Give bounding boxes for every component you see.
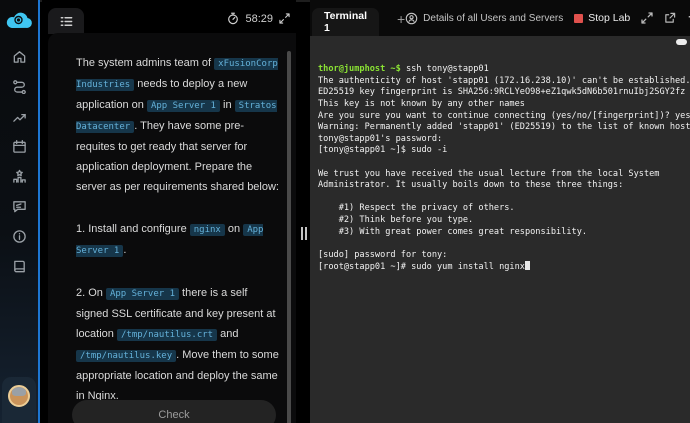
code-chip: /tmp/nautilus.key <box>76 350 176 362</box>
terminal-line: #1) Respect the privacy of others. <box>318 203 690 215</box>
terminal-line <box>318 238 690 250</box>
check-button[interactable]: Check <box>72 400 276 423</box>
terminal-line: Are you sure you want to continue connec… <box>318 111 690 123</box>
sidebar-nav <box>0 48 38 275</box>
terminal-cursor <box>525 261 530 270</box>
user-avatar <box>8 385 30 407</box>
terminal-panel: Terminal 1 + Details of all Users and Se… <box>310 0 690 423</box>
task-paragraph: 2. On App Server 1 there is a self signe… <box>76 283 282 406</box>
fullscreen-terminal-button[interactable] <box>641 12 653 24</box>
book-icon <box>12 259 27 274</box>
terminal-line: This key is not known by any other names <box>318 99 690 111</box>
code-chip: App Server 1 <box>147 100 220 112</box>
sidebar-item-info[interactable] <box>8 228 30 245</box>
terminal-actions: Details of all Users and Servers Stop La… <box>405 9 690 36</box>
terminal-line: #2) Think before you type. <box>318 215 690 227</box>
task-scrollbar[interactable] <box>287 51 291 423</box>
calendar-icon <box>12 139 27 154</box>
code-chip: xFusionCorp Industries <box>76 58 278 91</box>
terminal-line: thor@jumphost ~$ ssh tony@stapp01 <box>318 64 690 76</box>
app-sidebar <box>0 0 40 423</box>
stop-lab-label: Stop Lab <box>588 12 630 24</box>
task-paragraph: The system admins team of xFusionCorp In… <box>76 53 282 197</box>
sidebar-item-calendar[interactable] <box>8 138 30 155</box>
terminal-line: The authenticity of host 'stapp01 (172.1… <box>318 76 690 88</box>
terminal-line: tony@stapp01's password: <box>318 134 690 146</box>
terminal-header: Terminal 1 + Details of all Users and Se… <box>310 0 690 36</box>
sidebar-item-leaderboard[interactable] <box>8 168 30 185</box>
task-list-tab[interactable] <box>48 8 84 34</box>
user-profile[interactable] <box>2 377 36 423</box>
home-icon <box>12 49 27 64</box>
terminal-line: #3) With great power comes great respons… <box>318 227 690 239</box>
pane-resize-handle[interactable] <box>301 227 307 240</box>
terminal-line: [sudo] password for tony: <box>318 250 690 262</box>
terminal-screen[interactable]: thor@jumphost ~$ ssh tony@stapp01The aut… <box>310 36 690 423</box>
terminal-line <box>318 192 690 204</box>
terminal-line: Administrator. It usually boils down to … <box>318 180 690 192</box>
external-link-icon <box>664 12 676 24</box>
new-terminal-button[interactable]: + <box>397 11 405 27</box>
lab-timer: 58:29 <box>227 12 290 25</box>
terminal-line <box>318 157 690 169</box>
leaderboard-star-icon <box>12 169 27 184</box>
feedback-chat-icon <box>12 199 27 214</box>
sidebar-item-docs[interactable] <box>8 258 30 275</box>
stop-icon <box>574 14 583 23</box>
sidebar-item-home[interactable] <box>8 48 30 65</box>
task-description: The system admins team of xFusionCorp In… <box>76 53 282 423</box>
details-users-servers-button[interactable]: Details of all Users and Servers <box>405 12 563 25</box>
task-card: The system admins team of xFusionCorp In… <box>48 33 296 423</box>
terminal-line: [tony@stapp01 ~]$ sudo -i <box>318 145 690 157</box>
code-chip: /tmp/nautilus.crt <box>117 329 217 341</box>
terminal-line: Warning: Permanently added 'stapp01' (ED… <box>318 122 690 134</box>
terminal-line: ED25519 key fingerprint is SHA256:9RCLYe… <box>318 87 690 99</box>
terminal-line: [root@stapp01 ~]# sudo yum install nginx <box>318 261 690 274</box>
terminal-output: thor@jumphost ~$ ssh tony@stapp01The aut… <box>318 64 690 274</box>
stopwatch-icon <box>227 12 239 25</box>
terminal-scrollbar[interactable] <box>676 39 687 45</box>
details-label: Details of all Users and Servers <box>423 13 563 24</box>
expand-icon[interactable] <box>279 13 290 24</box>
task-paragraph: 1. Install and configure nginx on App Se… <box>76 219 282 261</box>
sidebar-item-learning-path[interactable] <box>8 78 30 95</box>
code-chip: App Server 1 <box>106 288 179 300</box>
trending-up-icon <box>12 109 27 124</box>
terminal-line: We trust you have received the usual lec… <box>318 169 690 181</box>
numbered-list-icon <box>59 14 74 29</box>
code-chip: nginx <box>190 224 225 236</box>
users-info-icon <box>405 12 418 25</box>
terminal-tab-1[interactable]: Terminal 1 <box>312 8 379 36</box>
fullscreen-icon <box>641 12 653 24</box>
info-icon <box>12 229 27 244</box>
kodekloud-logo-icon[interactable] <box>5 9 33 31</box>
route-icon <box>12 79 27 94</box>
sidebar-item-feedback[interactable] <box>8 198 30 215</box>
sidebar-item-progress[interactable] <box>8 108 30 125</box>
task-panel: 58:29 The system admins team of xFusionC… <box>42 0 296 423</box>
open-new-window-button[interactable] <box>664 12 676 24</box>
code-chip: App Server 1 <box>76 224 263 257</box>
stop-lab-button[interactable]: Stop Lab <box>574 12 630 24</box>
timer-value: 58:29 <box>245 13 273 25</box>
